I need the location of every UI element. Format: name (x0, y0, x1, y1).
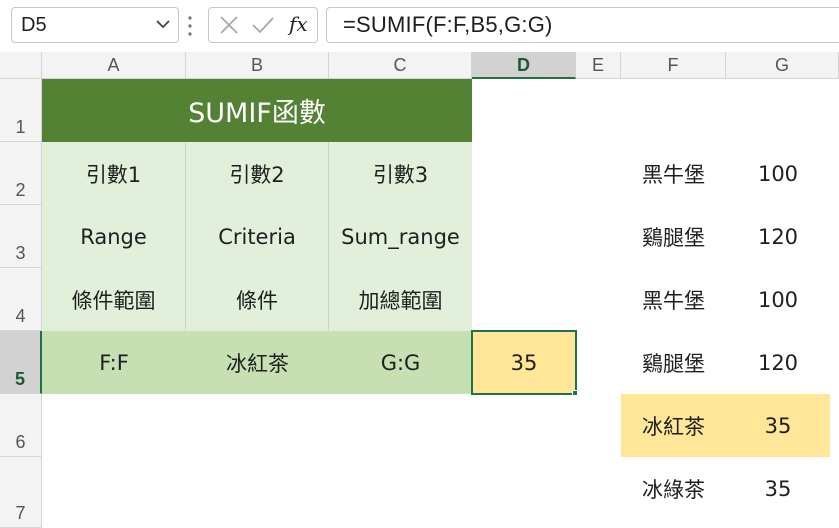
cell-g4[interactable]: 100 (726, 268, 830, 331)
chevron-down-icon[interactable] (154, 15, 172, 33)
cell-g2[interactable]: 100 (726, 142, 830, 205)
formula-bar: D5 fx =SUMIF(F:F,B5,G:G) (0, 0, 839, 52)
cell-a4[interactable]: 條件範圍 (42, 268, 186, 331)
name-box-value: D5 (21, 14, 47, 36)
cell-f4[interactable]: 黑牛堡 (621, 268, 726, 331)
column-header-a[interactable]: A (42, 52, 186, 79)
more-vertical-icon[interactable] (186, 14, 194, 38)
cell-c5[interactable]: G:G (329, 331, 472, 394)
cell-f6[interactable]: 冰紅茶 (621, 394, 726, 457)
column-header-f[interactable]: F (621, 52, 726, 79)
cell-a2[interactable]: 引數1 (42, 142, 186, 205)
column-header-c[interactable]: C (329, 52, 472, 79)
cell-c2[interactable]: 引數3 (329, 142, 472, 205)
cell-f3[interactable]: 鷄腿堡 (621, 205, 726, 268)
cell-f2[interactable]: 黑牛堡 (621, 142, 726, 205)
row-header-6[interactable]: 6 (0, 394, 42, 457)
cell-g6[interactable]: 35 (726, 394, 830, 457)
cell-a3[interactable]: Range (42, 205, 186, 268)
cell-b5[interactable]: 冰紅茶 (186, 331, 329, 394)
cell-b2[interactable]: 引數2 (186, 142, 329, 205)
cell-g7[interactable]: 35 (726, 457, 830, 520)
row-header-2[interactable]: 2 (0, 142, 42, 205)
column-header-b[interactable]: B (186, 52, 329, 79)
row-header-3[interactable]: 3 (0, 205, 42, 268)
row-header-5[interactable]: 5 (0, 331, 42, 394)
cell-f5[interactable]: 鷄腿堡 (621, 331, 726, 394)
row-header-7[interactable]: 7 (0, 457, 42, 528)
cell-g3[interactable]: 120 (726, 205, 830, 268)
cell-c4[interactable]: 加總範圍 (329, 268, 472, 331)
formula-actions: fx (208, 7, 318, 43)
cancel-icon[interactable] (219, 15, 239, 35)
cell-c3[interactable]: Sum_range (329, 205, 472, 268)
select-all-corner[interactable] (0, 52, 42, 79)
cell-d5-active[interactable]: 35 (471, 330, 577, 395)
cell-b4[interactable]: 條件 (186, 268, 329, 331)
cell-a5[interactable]: F:F (42, 331, 186, 394)
column-header-g[interactable]: G (726, 52, 839, 79)
insert-function-icon[interactable]: fx (289, 12, 308, 36)
fill-handle[interactable] (572, 390, 578, 396)
cell-g5[interactable]: 120 (726, 331, 830, 394)
table-title[interactable]: SUMIF函數 (42, 79, 472, 142)
row-header-4[interactable]: 4 (0, 268, 42, 331)
check-icon[interactable] (251, 15, 275, 35)
formula-text: =SUMIF(F:F,B5,G:G) (343, 12, 553, 37)
column-header-d[interactable]: D (472, 52, 576, 79)
cell-b3[interactable]: Criteria (186, 205, 329, 268)
formula-input[interactable]: =SUMIF(F:F,B5,G:G) (326, 7, 839, 43)
name-box[interactable]: D5 (11, 7, 179, 43)
column-header-e[interactable]: E (576, 52, 621, 79)
row-header-1[interactable]: 1 (0, 79, 42, 142)
cell-f7[interactable]: 冰綠茶 (621, 457, 726, 520)
